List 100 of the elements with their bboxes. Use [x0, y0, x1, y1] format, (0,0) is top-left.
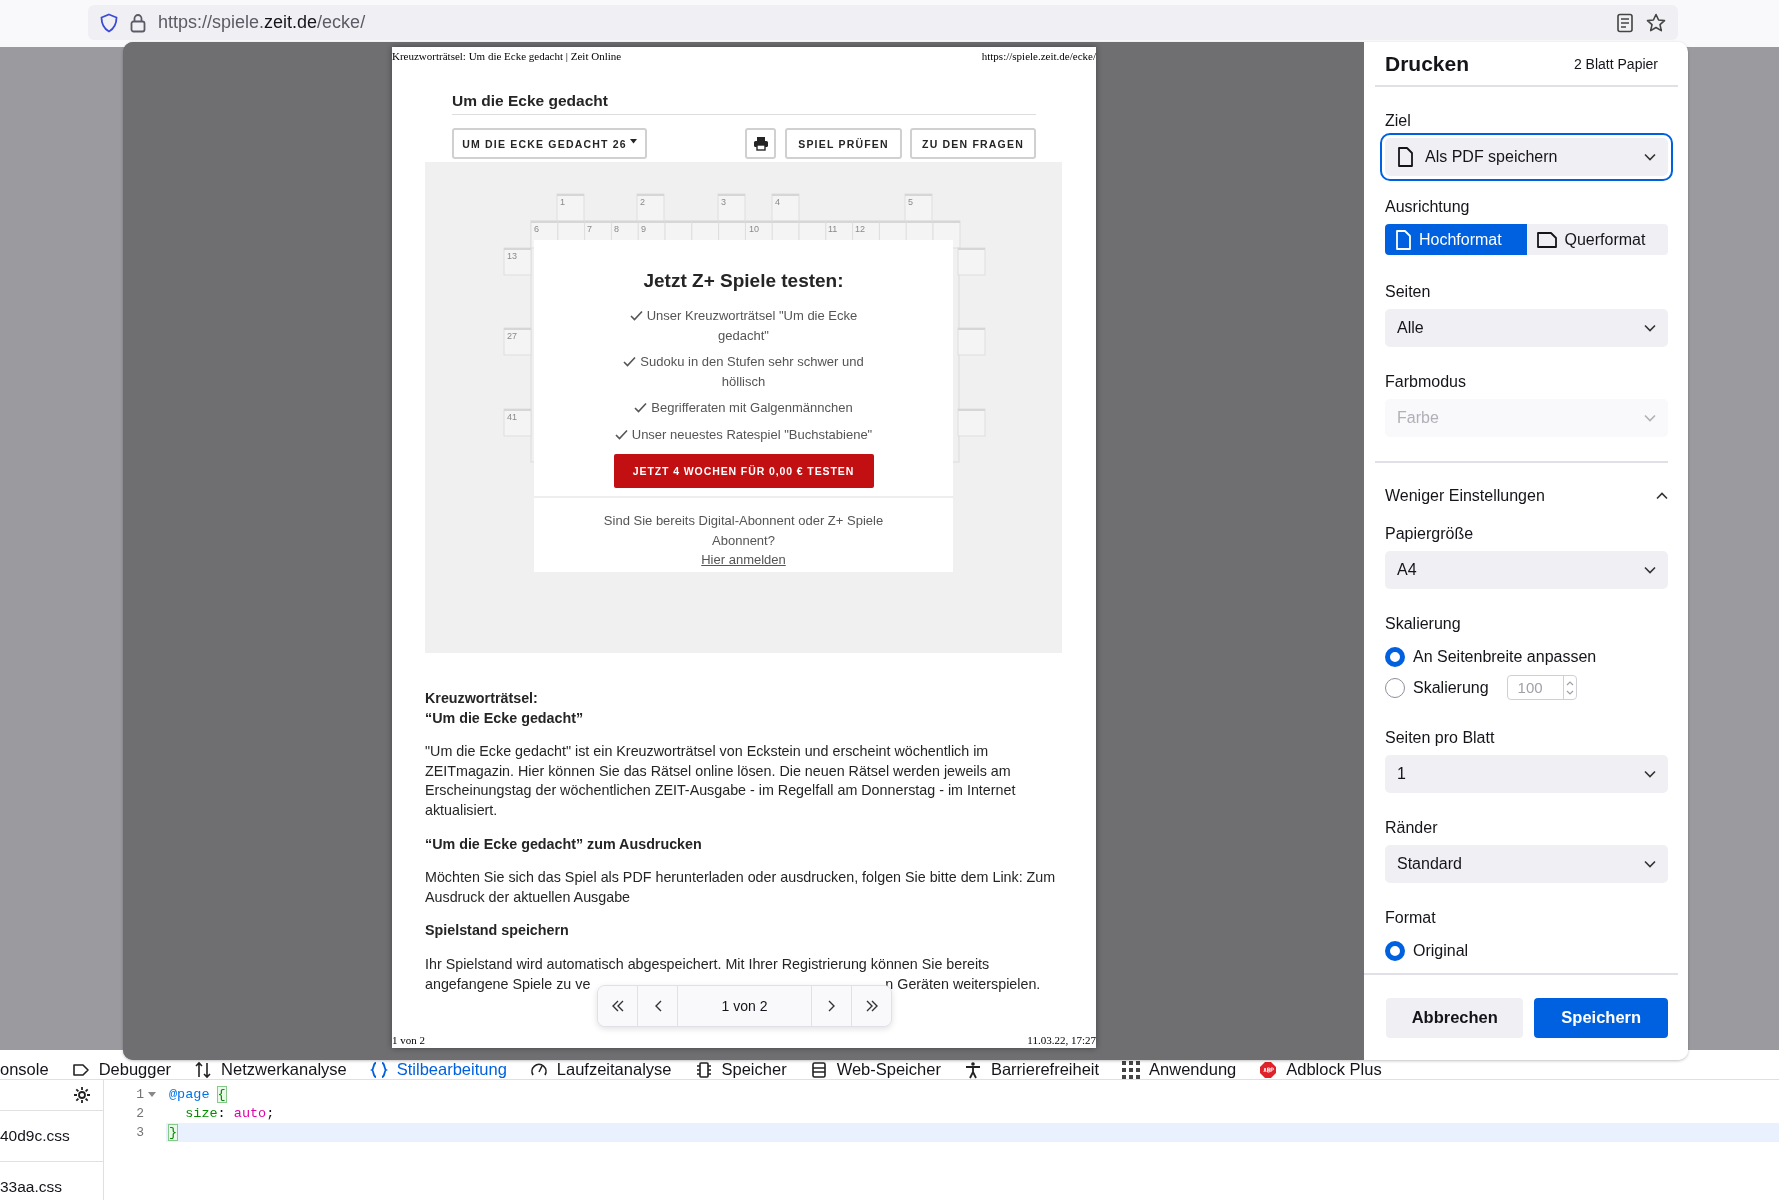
chevron-down-icon [1644, 860, 1656, 868]
devtools-tab[interactable]: Web-Speicher [809, 1060, 941, 1079]
field-label: Ränder [1385, 818, 1438, 838]
radio-label[interactable]: Original [1413, 941, 1469, 960]
trial-button[interactable]: JETZT 4 WOCHEN FÜR 0,00 € TESTEN [613, 454, 874, 488]
reader-view-icon [1616, 12, 1634, 33]
cell-number: 9 [641, 224, 646, 234]
cell-number: 41 [507, 412, 517, 422]
cell-number: 4 [775, 197, 780, 207]
code-line: @page { [168, 1086, 227, 1104]
field-label: Format [1385, 908, 1436, 928]
cell-number: 7 [587, 224, 592, 234]
toolbar-button[interactable]: SPIEL PRÜFEN [785, 128, 902, 159]
spinner-arrows-icon [1565, 679, 1574, 696]
shield-icon [100, 12, 118, 33]
line-number: 2 [136, 1105, 144, 1123]
devtools-tab[interactable]: Debugger [71, 1060, 172, 1079]
lock-icon [130, 12, 146, 33]
dialog-title: Drucken [1385, 51, 1470, 76]
section-heading: “Um die Ecke gedacht” zum Ausdrucken [425, 834, 703, 854]
orientation-option[interactable]: Querformat [1526, 224, 1668, 255]
radio-button[interactable] [1385, 646, 1405, 667]
braces-icon [369, 1060, 388, 1079]
toolbar-button[interactable]: ZU DEN FRAGEN [910, 128, 1036, 159]
star-icon [1646, 12, 1666, 33]
radio-label[interactable]: Skalierung [1413, 678, 1489, 697]
code-line: size: auto; [184, 1105, 276, 1123]
devtools-tab[interactable]: Stilbearbeitung [369, 1060, 507, 1079]
chevron-down-icon [1644, 153, 1656, 161]
login-link[interactable]: Hier anmelden [701, 552, 786, 567]
devtools-tab[interactable]: Anwendung [1122, 1060, 1237, 1079]
devtools-tab[interactable]: Adblock Plus [1259, 1060, 1382, 1079]
stop-sign-icon [1259, 1060, 1278, 1079]
devtools-tab[interactable]: onsole [0, 1060, 49, 1079]
game-title: Um die Ecke gedacht [452, 91, 608, 111]
radio-button[interactable] [1385, 940, 1405, 961]
dropdown[interactable]: A4 [1385, 551, 1668, 589]
section-heading: Kreuzworträtsel: “Um die Ecke gedacht” [425, 689, 585, 728]
chevron-down-icon [1644, 770, 1656, 778]
cell-number: 8 [614, 224, 619, 234]
paywall-title: Jetzt Z+ Spiele testen: [642, 270, 845, 292]
settings-icon [73, 1086, 91, 1104]
stylesheet-item[interactable]: 40d9c.css [0, 1111, 103, 1162]
print-button[interactable] [745, 128, 776, 159]
check-icon [623, 356, 637, 367]
document-icon [1395, 229, 1411, 250]
section-heading: Spielstand speichern [425, 921, 570, 941]
field-label: Ausrichtung [1385, 197, 1470, 217]
dropdown[interactable]: 1 [1385, 755, 1668, 793]
first-page-button[interactable] [598, 986, 638, 1026]
settings-toggle[interactable]: Weniger Einstellungen [1385, 485, 1668, 507]
fold-arrow-icon [148, 1092, 156, 1098]
save-button[interactable]: Speichern [1534, 997, 1668, 1038]
caret-icon [629, 139, 637, 144]
landscape-page-icon [1536, 231, 1557, 248]
devtools-tab[interactable]: Barrierefreiheit [963, 1060, 1100, 1079]
check-icon [629, 310, 643, 321]
cell-number: 3 [721, 197, 726, 207]
feature-text: Unser Kreuzworträtsel "Um die Ecke gedacht" [646, 308, 858, 343]
address-bar[interactable]: https://spiele.zeit.de/ecke/ [88, 5, 1678, 40]
cell-number: 13 [507, 251, 517, 261]
field-label: Skalierung [1385, 614, 1461, 634]
check-icon [614, 428, 628, 440]
page-indicator: 1 von 2 [720, 997, 769, 1016]
cell-number: 5 [908, 197, 913, 207]
page-footer-text: 1 von 2 [392, 1034, 425, 1046]
devtools-tab[interactable]: Speicher [694, 1060, 787, 1079]
login-prompt: Sind Sie bereits Digital-Abonnent oder Z+ Spiele Abonnent? [602, 512, 885, 550]
accessibility-icon [963, 1060, 982, 1079]
line-number: 3 [136, 1124, 144, 1142]
field-label: Papiergröße [1385, 524, 1474, 544]
radio-button[interactable] [1385, 677, 1405, 698]
document-icon [1397, 147, 1413, 167]
issue-dropdown[interactable]: UM DIE ECKE GEDACHT 26 [452, 128, 647, 159]
double-chevron-left-icon [610, 1000, 625, 1012]
devtools-tab[interactable]: Laufzeitanalyse [529, 1060, 672, 1079]
printer-icon [752, 136, 769, 151]
field-label: Farbmodus [1385, 372, 1466, 392]
line-number: 1 [136, 1086, 144, 1104]
orientation-option[interactable]: Hochformat [1385, 224, 1527, 255]
devtools-tab[interactable]: Netzwerkanalyse [194, 1060, 347, 1079]
sheet-count: 2 Blatt Papier [1573, 55, 1658, 72]
page-header-url: https://spiele.zeit.de/ecke/ [981, 50, 1096, 62]
double-chevron-right-icon [864, 1000, 879, 1012]
cell-number: 1 [560, 197, 565, 207]
radio-label[interactable]: An Seitenbreite anpassen [1413, 647, 1597, 666]
stylesheet-item[interactable]: 33aa.css [0, 1162, 103, 1200]
dropdown[interactable]: Standard [1385, 845, 1668, 883]
arrows-icon [194, 1060, 213, 1079]
url-text: https://spiele.zeit.de/ecke/ [158, 12, 366, 33]
feature-text: Sudoku in den Stufen sehr schwer und höllisch [640, 354, 864, 389]
field-label: Ziel [1385, 111, 1411, 131]
dropdown[interactable]: Alle [1385, 309, 1668, 347]
chevron-left-icon [653, 1000, 662, 1012]
cancel-button[interactable]: Abbrechen [1386, 997, 1524, 1038]
chevron-up-icon [1656, 492, 1668, 500]
cell-number: 2 [640, 197, 645, 207]
page-header-text: Kreuzworträtsel: Um die Ecke gedacht | Zeit Online [392, 50, 622, 62]
field-label: Seiten pro Blatt [1385, 728, 1495, 748]
cell-number: 11 [828, 224, 838, 234]
